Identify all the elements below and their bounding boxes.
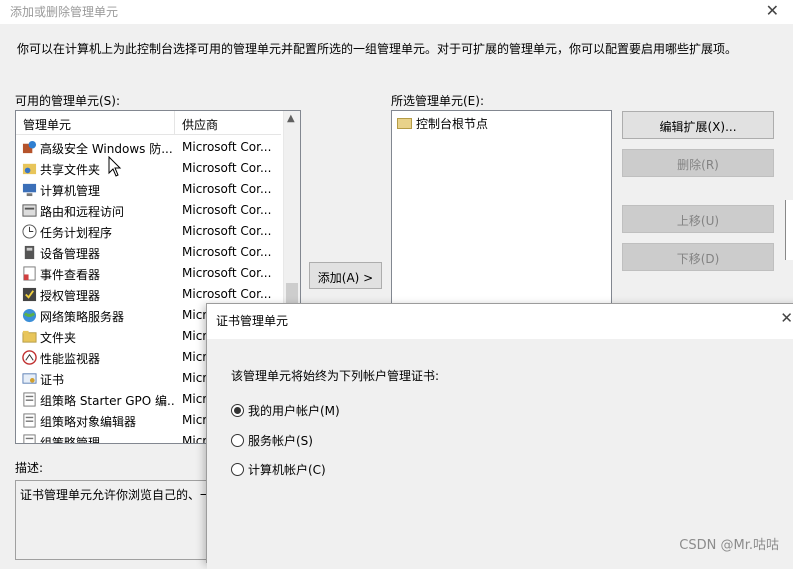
radio-my-user-account[interactable]: 我的用户帐户(M) <box>231 402 340 419</box>
window-titlebar: 添加或删除管理单元 ✕ <box>0 0 793 24</box>
mouse-cursor-icon <box>108 156 122 177</box>
selected-label: 所选管理单元(E): <box>391 94 484 108</box>
list-item[interactable]: 设备管理器 Microsoft Cor... <box>16 242 282 263</box>
add-button[interactable]: 添加(A) > <box>309 262 382 289</box>
computer-management-icon <box>22 183 37 197</box>
description-box: 证书管理单元允许你浏览自己的、一 <box>15 480 215 560</box>
scroll-up-arrow-icon[interactable]: ▲ <box>287 113 295 124</box>
radio-unselected-icon <box>231 463 244 476</box>
selected-snapins-list[interactable]: 控制台根节点 <box>391 110 612 306</box>
window-title: 添加或删除管理单元 <box>10 5 119 19</box>
list-item[interactable]: 任务计划程序 Microsoft Cor... <box>16 221 282 242</box>
gpo-manage-icon <box>23 434 36 443</box>
list-item[interactable]: 路由和远程访问 Microsoft Cor... <box>16 200 282 221</box>
globe-icon <box>22 308 37 323</box>
edit-extensions-button[interactable]: 编辑扩展(X)... <box>622 111 774 139</box>
shared-folder-icon <box>22 163 37 175</box>
firewall-icon <box>22 140 37 154</box>
routing-icon <box>22 204 37 217</box>
list-item[interactable]: 事件查看器 Microsoft Cor... <box>16 263 282 284</box>
move-down-button[interactable]: 下移(D) <box>622 243 774 271</box>
dialog-title: 证书管理单元 <box>216 314 289 328</box>
close-icon[interactable]: ✕ <box>766 1 779 20</box>
folder-icon <box>397 118 412 129</box>
clock-icon <box>22 224 37 239</box>
partial-window-edge <box>785 200 793 260</box>
event-viewer-icon <box>23 266 36 281</box>
folder-icon <box>22 330 37 343</box>
account-prompt: 该管理单元将始终为下列帐户管理证书: <box>231 369 440 383</box>
radio-computer-account[interactable]: 计算机帐户(C) <box>231 461 326 478</box>
gpo-editor-icon <box>23 413 36 428</box>
remove-button[interactable]: 删除(R) <box>622 149 774 177</box>
gpo-icon <box>23 392 36 407</box>
device-manager-icon <box>24 245 35 260</box>
radio-unselected-icon <box>231 434 244 447</box>
column-header-vendor[interactable]: 供应商 <box>182 116 218 133</box>
radio-service-account[interactable]: 服务帐户(S) <box>231 432 313 449</box>
authorization-icon <box>22 287 37 302</box>
list-item[interactable]: 授权管理器 Microsoft Cor... <box>16 284 282 305</box>
column-header-name[interactable]: 管理单元 <box>23 116 71 133</box>
watermark: CSDN @Mr.咕咕 <box>679 538 779 553</box>
radio-selected-icon <box>231 404 244 417</box>
certificate-icon <box>22 373 37 384</box>
list-header: 管理单元 供应商 <box>16 111 281 135</box>
intro-text: 你可以在计算机上为此控制台选择可用的管理单元并配置所选的一组管理单元。对于可扩展… <box>17 42 738 56</box>
list-item[interactable]: 计算机管理 Microsoft Cor... <box>16 179 282 200</box>
console-root-item[interactable]: 控制台根节点 <box>397 115 488 132</box>
close-icon[interactable]: ✕ <box>780 309 793 327</box>
list-item[interactable]: 共享文件夹 Microsoft Cor... <box>16 158 282 179</box>
move-up-button[interactable]: 上移(U) <box>622 205 774 233</box>
performance-icon <box>22 350 37 365</box>
available-label: 可用的管理单元(S): <box>15 94 121 108</box>
certificates-snapin-dialog: 证书管理单元 ✕ 该管理单元将始终为下列帐户管理证书: 我的用户帐户(M) 服务… <box>206 303 793 569</box>
description-label: 描述: <box>15 461 44 475</box>
list-item[interactable]: 高级安全 Windows 防... Microsoft Cor... <box>16 137 282 158</box>
